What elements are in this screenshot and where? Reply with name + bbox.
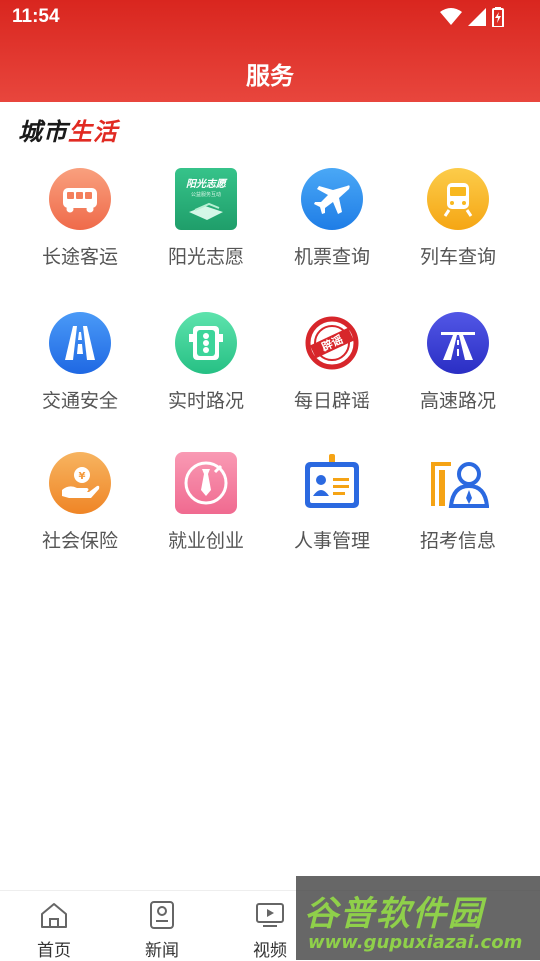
nav-item-home[interactable]: 首页 (0, 891, 108, 961)
exam-icon (427, 452, 490, 514)
traffic-light-icon (175, 312, 237, 374)
service-label: 人事管理 (293, 530, 370, 552)
service-label: 实时路况 (167, 390, 244, 412)
service-label: 社会保险 (41, 530, 118, 552)
insurance-icon: ¥ (49, 452, 111, 514)
service-label: 机票查询 (293, 246, 370, 268)
volunteer-icon-subtext: 公益服务互动 (191, 191, 221, 198)
watermark-url: www.gupuxiazai.com (308, 932, 523, 953)
wifi-icon (440, 8, 462, 25)
status-time: 11:54 (12, 6, 60, 27)
nav-label: 新闻 (145, 941, 179, 961)
service-daily-rumor[interactable]: 辟谣 每日辟谣 (269, 312, 395, 422)
status-icons (440, 7, 504, 27)
id-badge-icon (301, 452, 363, 514)
watermark: 谷普软件园 www.gupuxiazai.com (296, 876, 540, 960)
video-icon (256, 903, 284, 927)
service-highway-traffic[interactable]: 高速路况 (395, 312, 521, 422)
service-traffic-safety[interactable]: 交通安全 (17, 312, 143, 422)
services-row: 长途客运 阳光志愿 公益服务互动 阳光志愿 机票查询 列车查询 (0, 168, 540, 278)
nav-label: 首页 (37, 941, 71, 961)
airplane-icon (301, 168, 363, 230)
app-header: 11:54 服务 (0, 0, 540, 102)
tie-icon (175, 452, 237, 514)
service-label: 长途客运 (41, 246, 118, 268)
services-row: ¥ 社会保险 就业创业 人事管理 招考信息 (0, 452, 540, 562)
section-title-part1: 城市 (18, 118, 68, 146)
service-realtime-traffic[interactable]: 实时路况 (143, 312, 269, 422)
service-label: 每日辟谣 (293, 390, 370, 412)
service-label: 阳光志愿 (167, 246, 244, 268)
status-bar: 11:54 (0, 0, 540, 36)
service-label: 就业创业 (167, 530, 244, 552)
service-label: 交通安全 (41, 390, 118, 412)
service-train-query[interactable]: 列车查询 (395, 168, 521, 278)
service-label: 高速路况 (419, 390, 496, 412)
service-label: 列车查询 (419, 246, 496, 268)
section-title: 城市生活 (18, 112, 118, 147)
bus-icon (49, 168, 111, 230)
rumor-stamp-icon: 辟谣 (301, 312, 363, 374)
service-personnel-management[interactable]: 人事管理 (269, 452, 395, 562)
service-exam-info[interactable]: 招考信息 (395, 452, 521, 562)
volunteer-icon: 阳光志愿 公益服务互动 (175, 168, 237, 230)
signal-icon (468, 8, 486, 26)
service-label: 招考信息 (419, 530, 496, 552)
highway-icon (427, 312, 489, 374)
svg-text:¥: ¥ (79, 471, 86, 482)
service-flight-query[interactable]: 机票查询 (269, 168, 395, 278)
home-icon (41, 903, 67, 928)
service-employment[interactable]: 就业创业 (143, 452, 269, 562)
watermark-title: 谷普软件园 (304, 894, 484, 934)
page-title: 服务 (246, 62, 294, 90)
road-icon (49, 312, 111, 374)
news-icon (150, 901, 174, 929)
service-sunshine-volunteer[interactable]: 阳光志愿 公益服务互动 阳光志愿 (143, 168, 269, 278)
service-social-insurance[interactable]: ¥ 社会保险 (17, 452, 143, 562)
section-title-part2: 生活 (68, 118, 118, 146)
train-icon (427, 168, 489, 230)
service-long-distance-bus[interactable]: 长途客运 (17, 168, 143, 278)
nav-item-news[interactable]: 新闻 (108, 891, 216, 961)
services-row: 交通安全 实时路况 辟谣 每日辟谣 高速路况 (0, 312, 540, 422)
volunteer-icon-text: 阳光志愿 (186, 178, 228, 190)
battery-icon (492, 7, 504, 27)
